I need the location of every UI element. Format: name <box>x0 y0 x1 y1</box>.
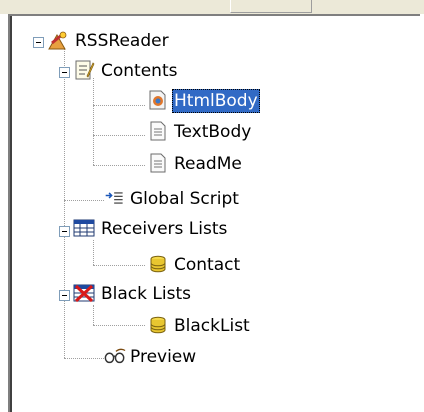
tree-item-preview[interactable]: Preview <box>128 345 198 369</box>
notepad-icon <box>75 60 95 80</box>
window-top-edge <box>0 0 424 14</box>
glasses-icon <box>104 348 126 364</box>
tree-line <box>64 358 104 360</box>
tree-item-blacklist[interactable]: BlackList <box>172 314 252 338</box>
rss-reader-icon <box>48 31 67 50</box>
black-lists-expander[interactable] <box>59 290 70 301</box>
tree-item-textbody[interactable]: TextBody <box>172 120 253 144</box>
table-icon <box>73 219 95 237</box>
tree-item-htmlbody[interactable]: HtmlBody <box>172 89 260 113</box>
tree-item-contents[interactable]: Contents <box>99 59 179 83</box>
database-icon <box>150 316 166 334</box>
tree-item-readme[interactable]: ReadMe <box>172 152 244 176</box>
receivers-lists-expander[interactable] <box>59 226 70 237</box>
tree-line <box>64 48 66 358</box>
tree-line <box>93 305 95 325</box>
tree-line <box>93 105 145 107</box>
tree-line <box>93 78 95 165</box>
tree-line <box>93 325 145 327</box>
text-document-icon <box>150 121 166 141</box>
blocked-table-icon <box>73 284 95 303</box>
html-document-icon <box>149 90 166 110</box>
database-icon <box>150 255 166 273</box>
tree-line <box>64 200 104 202</box>
contents-expander[interactable] <box>59 67 70 78</box>
script-icon <box>105 192 123 204</box>
tree-line <box>93 265 145 267</box>
tree-item-black-lists[interactable]: Black Lists <box>99 282 193 306</box>
tree-item-rssreader[interactable]: RSSReader <box>73 29 171 53</box>
tree-item-global-script[interactable]: Global Script <box>128 187 241 211</box>
tree-line <box>93 165 145 167</box>
tab-edge <box>230 0 312 13</box>
root-expander[interactable] <box>33 37 44 48</box>
panel-inner-shadow <box>10 16 12 412</box>
tree-line <box>93 135 145 137</box>
tree-item-contact[interactable]: Contact <box>172 253 242 277</box>
text-document-icon <box>150 153 166 173</box>
tree-line <box>93 240 95 265</box>
tree-item-receivers-lists[interactable]: Receivers Lists <box>99 217 229 241</box>
